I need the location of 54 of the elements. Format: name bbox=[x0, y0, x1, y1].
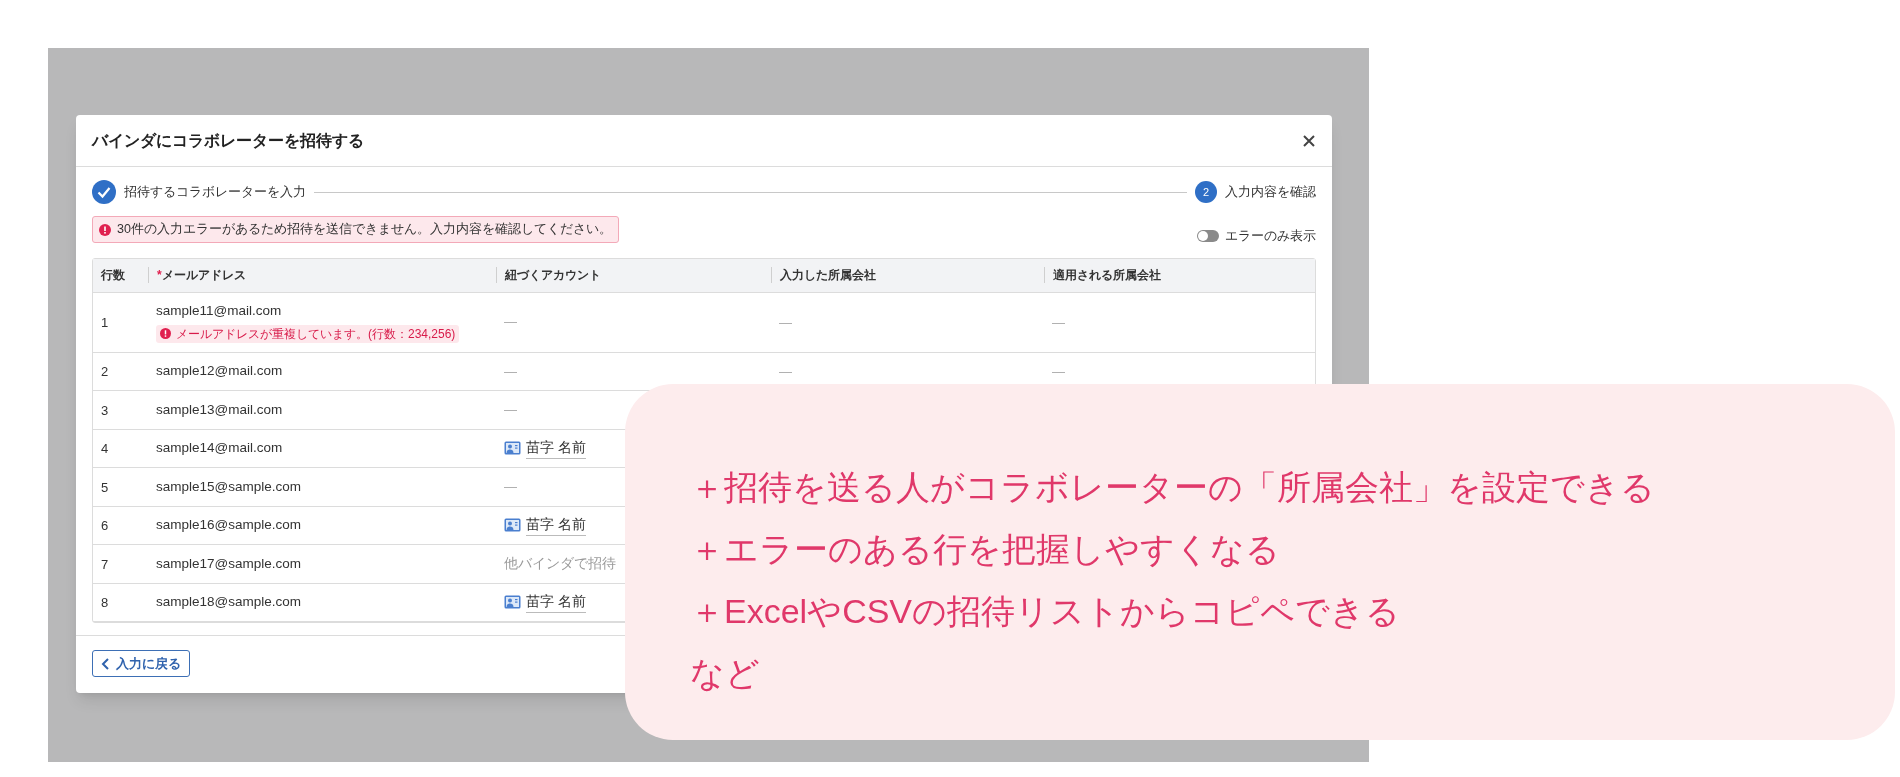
id-card-icon bbox=[504, 441, 521, 456]
error-icon bbox=[160, 328, 171, 340]
error-icon bbox=[99, 223, 111, 236]
email-text: sample12@mail.com bbox=[156, 362, 283, 381]
error-text: メールアドレスが重複しています。(行数：234,256) bbox=[176, 325, 456, 343]
column-header: 適用される所属会社 bbox=[1053, 267, 1161, 284]
empty-dash: — bbox=[504, 401, 517, 419]
toggle-switch[interactable] bbox=[1197, 229, 1219, 242]
email-text: sample11@mail.com bbox=[156, 302, 282, 321]
row-number: 7 bbox=[101, 556, 109, 572]
step-number: 2 bbox=[1195, 181, 1217, 203]
email-text: sample13@mail.com bbox=[156, 400, 283, 419]
account-name: 苗字 名前 bbox=[526, 514, 586, 536]
email-text: sample17@sample.com bbox=[156, 554, 301, 573]
toggle-label: エラーのみ表示 bbox=[1225, 227, 1316, 245]
row-number: 1 bbox=[101, 315, 109, 330]
row-number: 5 bbox=[101, 479, 109, 495]
step-label: 入力内容を確認 bbox=[1225, 183, 1316, 202]
chevron-left-icon bbox=[101, 657, 110, 670]
close-icon[interactable] bbox=[1302, 133, 1316, 148]
error-message: 30件の入力エラーがあるため招待を送信できません。入力内容を確認してください。 bbox=[117, 221, 612, 239]
email-text: sample18@sample.com bbox=[156, 593, 301, 612]
column-header: 紐づくアカウント bbox=[505, 267, 601, 284]
account-note: 他バインダで招待 bbox=[504, 554, 616, 573]
column-header: 行数 bbox=[101, 267, 125, 284]
empty-dash: — bbox=[779, 315, 792, 330]
empty-dash: — bbox=[1052, 364, 1065, 380]
row-number: 4 bbox=[101, 441, 109, 457]
empty-dash: — bbox=[504, 362, 517, 381]
callout-text: ＋ExcelやCSVの招待リストからコピペできる bbox=[690, 591, 1402, 632]
account-name: 苗字 名前 bbox=[526, 437, 586, 459]
column-header: 入力した所属会社 bbox=[780, 267, 876, 284]
empty-dash: — bbox=[779, 364, 792, 380]
account-name: 苗字 名前 bbox=[526, 591, 586, 613]
column-header: *メールアドレス bbox=[157, 267, 246, 284]
empty-dash: — bbox=[1052, 315, 1065, 330]
callout-text: ＋エラーのある行を把握しやすくなる bbox=[690, 529, 1281, 570]
row-number: 2 bbox=[101, 364, 109, 380]
email-text: sample16@sample.com bbox=[156, 516, 301, 535]
id-card-icon bbox=[504, 518, 521, 533]
email-text: sample14@mail.com bbox=[156, 439, 283, 458]
empty-dash: — bbox=[504, 313, 517, 332]
row-number: 3 bbox=[101, 402, 109, 418]
callout-text: ＋招待を送る人がコラボレーターの「所属会社」を設定できる bbox=[690, 467, 1656, 508]
email-text: sample15@sample.com bbox=[156, 477, 301, 496]
step-label: 招待するコラボレーターを入力 bbox=[124, 183, 306, 202]
dialog-title: バインダにコラボレーターを招待する bbox=[92, 130, 364, 151]
check-icon bbox=[92, 180, 116, 204]
back-button[interactable]: 入力に戻る bbox=[92, 650, 190, 677]
id-card-icon bbox=[504, 595, 521, 610]
row-number: 8 bbox=[101, 595, 109, 611]
empty-dash: — bbox=[504, 478, 517, 496]
callout-text: など bbox=[690, 653, 761, 694]
row-number: 6 bbox=[101, 518, 109, 534]
